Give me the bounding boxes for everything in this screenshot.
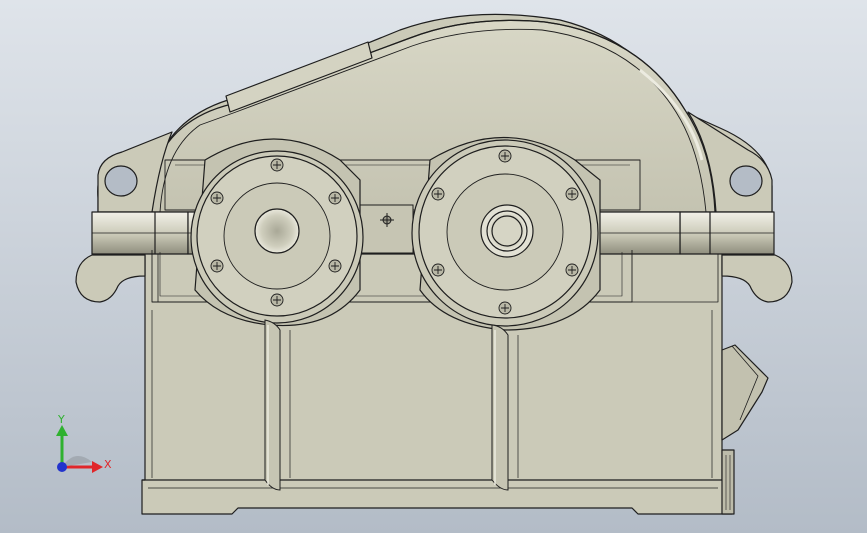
bolt-icon bbox=[431, 187, 445, 201]
bolt-icon bbox=[431, 263, 445, 277]
bolt-icon bbox=[270, 158, 284, 172]
bolt-icon bbox=[565, 187, 579, 201]
bolt-icon bbox=[328, 191, 342, 205]
graphics-viewport[interactable]: Y X bbox=[0, 0, 867, 533]
right-bearing-boss bbox=[411, 137, 601, 331]
gearbox-housing-model-icon[interactable] bbox=[0, 0, 867, 533]
bolt-icon bbox=[210, 259, 224, 273]
triad-y-label: Y bbox=[58, 413, 65, 426]
bolt-icon bbox=[565, 263, 579, 277]
left-ear-hole bbox=[104, 165, 138, 197]
bolt-icon bbox=[328, 259, 342, 273]
triad-x-label: X bbox=[104, 458, 112, 471]
bolt-icon bbox=[270, 293, 284, 307]
center-web bbox=[354, 204, 414, 254]
bolt-icon bbox=[498, 301, 512, 315]
bolt-icon bbox=[210, 191, 224, 205]
z-axis-dot bbox=[57, 462, 67, 472]
right-ear-hole bbox=[729, 165, 763, 197]
bolt-icon bbox=[498, 149, 512, 163]
